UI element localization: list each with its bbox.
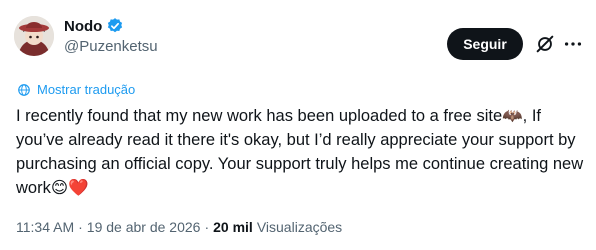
- views-label: Visualizações: [256, 219, 343, 235]
- tweet-time[interactable]: 11:34 AM: [16, 219, 74, 235]
- verified-badge-icon: [108, 18, 123, 33]
- tweet-date[interactable]: 19 de abr de 2026: [87, 219, 201, 235]
- views-count: 20 mil: [213, 219, 253, 235]
- tweet-meta: 11:34 AM · 19 de abr de 2026 · 20 mil Vi…: [16, 219, 342, 235]
- tweet-text: I recently found that my new work has be…: [16, 107, 588, 197]
- globe-icon: [18, 83, 30, 96]
- grok-icon[interactable]: [534, 33, 556, 55]
- show-translation-link[interactable]: Mostrar tradução: [17, 82, 135, 97]
- meta-separator: ·: [204, 219, 210, 235]
- avatar[interactable]: [14, 16, 54, 56]
- meta-separator: ·: [78, 219, 83, 235]
- more-options-icon[interactable]: [562, 33, 584, 55]
- author-display-name[interactable]: Nodo: [64, 18, 102, 35]
- author-handle[interactable]: @Puzenketsu: [64, 38, 158, 55]
- show-translation-label: Mostrar tradução: [37, 82, 136, 97]
- follow-button[interactable]: Seguir: [447, 28, 523, 60]
